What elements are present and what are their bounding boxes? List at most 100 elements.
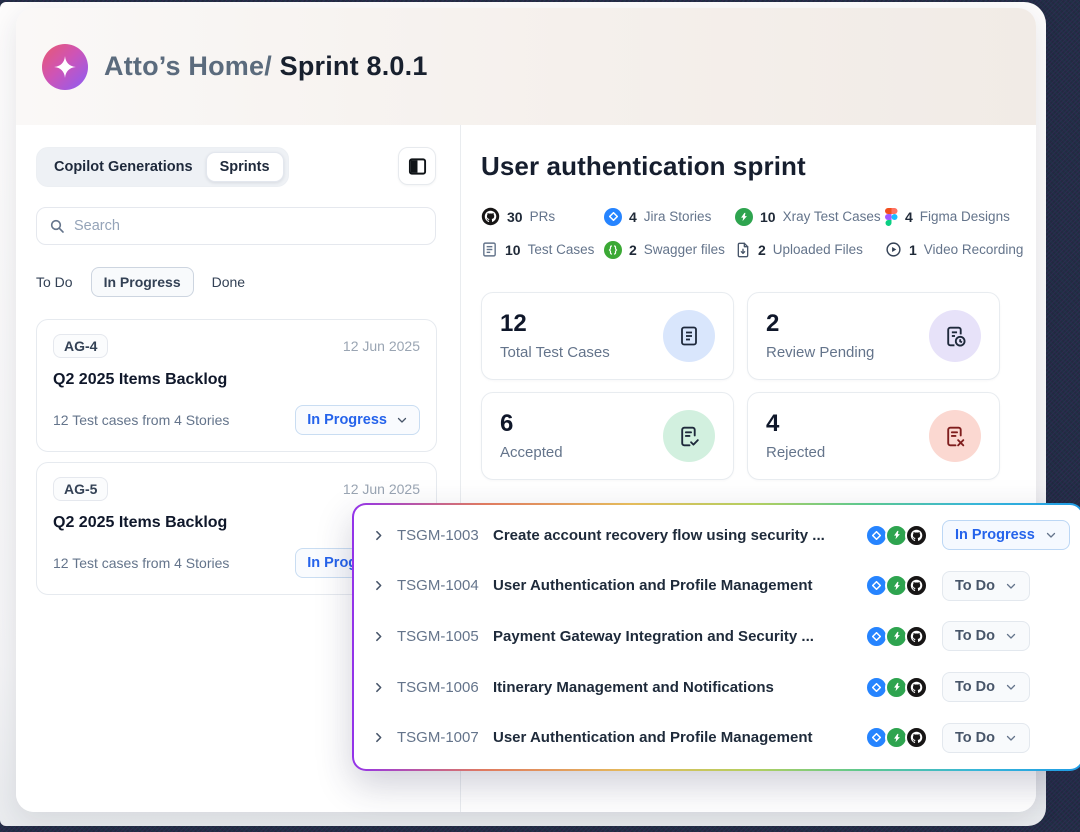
test-case-row[interactable]: TSGM-1006 Itinerary Management and Notif… (354, 662, 1080, 713)
summary-value: 2 (766, 311, 874, 337)
video-recording-icon (885, 241, 902, 258)
sprint-card-meta: 12 Test cases from 4 Stories (53, 555, 229, 571)
test-case-row[interactable]: TSGM-1005 Payment Gateway Integration an… (354, 611, 1080, 662)
uploaded-files-icon (735, 242, 751, 258)
sprint-stats: 30 PRs 4 Jira Stories 10 Xray Test Cases (481, 200, 1021, 266)
stat-count: 10 (760, 209, 776, 225)
stat-count: 4 (905, 209, 913, 225)
stat-label: Swagger files (644, 242, 725, 257)
swagger-icon (604, 241, 622, 259)
chevron-down-icon (1005, 630, 1017, 642)
xray-icon (735, 208, 753, 226)
test-case-status-dropdown[interactable]: To Do (942, 723, 1030, 753)
chevron-right-icon[interactable] (372, 630, 385, 643)
app-header: Atto’s Home/ Sprint 8.0.1 (16, 8, 1036, 125)
chevron-right-icon[interactable] (372, 579, 385, 592)
review-pending-icon (929, 310, 981, 362)
sprint-date: 12 Jun 2025 (343, 338, 420, 354)
filter-in-progress[interactable]: In Progress (91, 267, 194, 297)
test-case-status-dropdown[interactable]: To Do (942, 621, 1030, 651)
summary-card-rejected: 4 Rejected (747, 392, 1000, 480)
stat-label: Test Cases (528, 242, 595, 257)
chevron-right-icon[interactable] (372, 731, 385, 744)
test-case-key: TSGM-1003 (397, 527, 493, 544)
chevron-right-icon[interactable] (372, 529, 385, 542)
summary-card-total: 12 Total Test Cases (481, 292, 734, 380)
chevron-down-icon (1005, 732, 1017, 744)
stat-count: 2 (629, 242, 637, 258)
sprint-key-badge: AG-5 (53, 477, 108, 501)
summary-card-accepted: 6 Accepted (481, 392, 734, 480)
atto-logo (42, 44, 88, 90)
tab-sprints[interactable]: Sprints (206, 152, 284, 182)
test-case-row[interactable]: TSGM-1004 User Authentication and Profil… (354, 561, 1080, 612)
total-test-cases-icon (663, 310, 715, 362)
figma-icon (885, 208, 898, 226)
test-case-row[interactable]: TSGM-1007 User Authentication and Profil… (354, 712, 1080, 763)
stat-xray-test-cases: 10 Xray Test Cases (735, 208, 885, 226)
search-box[interactable] (36, 207, 436, 245)
github-icon (905, 524, 928, 547)
stat-label: Jira Stories (644, 209, 712, 224)
page-title-breadcrumb: Atto’s Home/ (104, 51, 272, 81)
test-cases-panel: TSGM-1003 Create account recovery flow u… (352, 503, 1080, 771)
integration-icons (865, 676, 928, 699)
stat-label: Figma Designs (920, 209, 1010, 224)
github-icon (905, 726, 928, 749)
status-label: To Do (955, 679, 995, 695)
view-segmented-control: Copilot Generations Sprints (36, 147, 289, 187)
stat-count: 4 (629, 209, 637, 225)
test-case-title: Itinerary Management and Notifications (493, 679, 865, 696)
stat-label: Uploaded Files (773, 242, 863, 257)
panel-layout-icon (408, 157, 427, 176)
integration-icons (865, 726, 928, 749)
stat-label: Video Recording (924, 242, 1024, 257)
sprint-card-meta: 12 Test cases from 4 Stories (53, 412, 229, 428)
test-case-title: Create account recovery flow using secur… (493, 527, 865, 544)
summary-label: Rejected (766, 444, 825, 461)
test-case-key: TSGM-1006 (397, 679, 493, 696)
page-title: Atto’s Home/ Sprint 8.0.1 (104, 51, 428, 82)
sparkle-icon (52, 54, 78, 80)
stat-prs: 30 PRs (481, 207, 604, 226)
chevron-down-icon (396, 414, 408, 426)
test-case-title: Payment Gateway Integration and Security… (493, 628, 865, 645)
test-case-status-dropdown[interactable]: In Progress (942, 520, 1070, 550)
test-case-row[interactable]: TSGM-1003 Create account recovery flow u… (354, 510, 1080, 561)
chevron-down-icon (1045, 529, 1057, 541)
search-icon (49, 218, 65, 234)
chevron-down-icon (1005, 681, 1017, 693)
test-cases-icon (481, 241, 498, 258)
test-case-key: TSGM-1004 (397, 577, 493, 594)
page-title-sprint: Sprint 8.0.1 (272, 51, 428, 81)
summary-cards: 12 Total Test Cases 2 Review Pending (481, 292, 1036, 480)
summary-label: Accepted (500, 444, 563, 461)
chevron-right-icon[interactable] (372, 681, 385, 694)
summary-value: 4 (766, 411, 825, 437)
status-label: To Do (955, 730, 995, 746)
test-case-status-dropdown[interactable]: To Do (942, 672, 1030, 702)
stat-figma-designs: 4 Figma Designs (885, 208, 1023, 226)
sprint-list-card[interactable]: AG-4 12 Jun 2025 Q2 2025 Items Backlog 1… (36, 319, 437, 452)
stat-label: PRs (530, 209, 556, 224)
sidebar-toggle-button[interactable] (398, 147, 436, 185)
tab-copilot-generations[interactable]: Copilot Generations (41, 153, 206, 181)
stat-test-cases: 10 Test Cases (481, 241, 604, 258)
test-case-status-dropdown[interactable]: To Do (942, 571, 1030, 601)
filter-todo[interactable]: To Do (36, 274, 73, 290)
sprint-status-dropdown[interactable]: In Progress (295, 405, 420, 435)
sprint-date: 12 Jun 2025 (343, 481, 420, 497)
sprint-detail-title: User authentication sprint (481, 151, 1036, 182)
filter-done[interactable]: Done (212, 274, 245, 290)
summary-card-review-pending: 2 Review Pending (747, 292, 1000, 380)
sprint-card-title: Q2 2025 Items Backlog (53, 371, 420, 389)
test-case-title: User Authentication and Profile Manageme… (493, 729, 865, 746)
integration-icons (865, 625, 928, 648)
summary-value: 6 (500, 411, 563, 437)
stat-count: 1 (909, 242, 917, 258)
search-input[interactable] (74, 218, 423, 234)
stat-count: 2 (758, 242, 766, 258)
rejected-icon (929, 410, 981, 462)
summary-value: 12 (500, 311, 610, 337)
stat-uploaded-files: 2 Uploaded Files (735, 242, 885, 258)
